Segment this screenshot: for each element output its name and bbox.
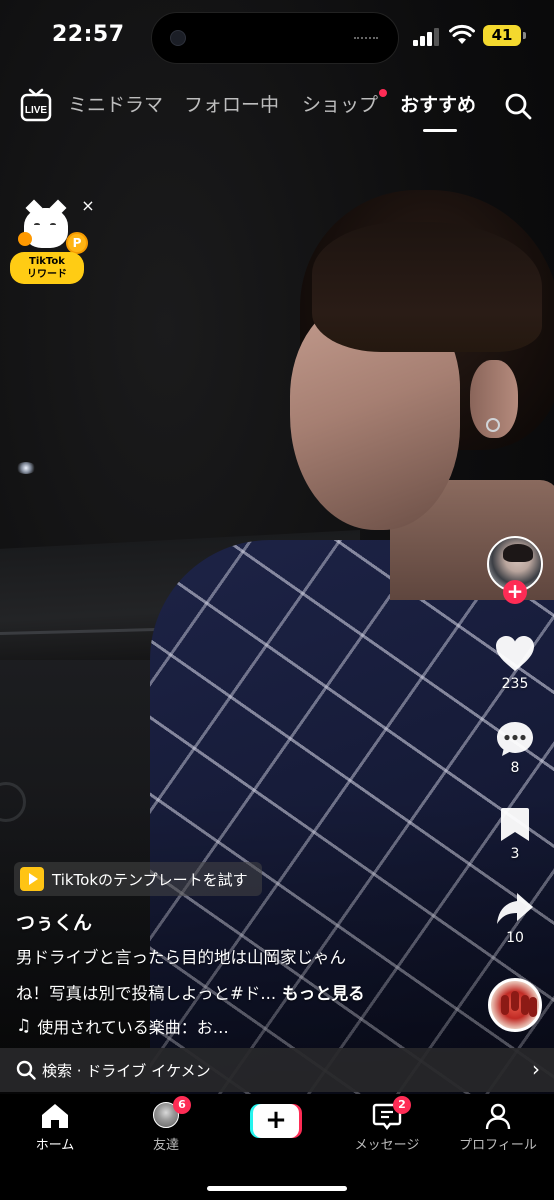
tab-for-you[interactable]: おすすめ xyxy=(400,90,476,117)
share-icon xyxy=(497,893,533,924)
tab-home-label: ホーム xyxy=(35,1138,75,1153)
messages-badge: 2 xyxy=(393,1096,411,1114)
share-count: 10 xyxy=(506,930,524,946)
cellular-signal-icon xyxy=(413,28,439,46)
close-icon[interactable]: × xyxy=(80,198,96,214)
top-nav: LIVE ミニドラマ フォロー中 ショップ おすすめ xyxy=(0,80,554,136)
tab-following[interactable]: フォロー中 xyxy=(184,90,279,117)
music-title: 使用されている楽曲：お… xyxy=(37,1018,229,1037)
see-more-link[interactable]: もっと見る xyxy=(282,984,365,1003)
music-info[interactable]: ♫ 使用されている楽曲：お… xyxy=(16,1014,229,1038)
tab-profile[interactable]: プロフィール xyxy=(448,1094,548,1164)
comment-icon xyxy=(497,722,533,756)
camera-icon xyxy=(170,30,186,46)
creator-username[interactable]: つぅくん xyxy=(16,908,92,935)
plus-icon: + xyxy=(253,1104,299,1138)
tiktok-rewards-widget[interactable]: P TikTok リワード xyxy=(8,199,88,288)
dynamic-island xyxy=(151,12,399,64)
search-icon xyxy=(16,1060,36,1080)
comment-button[interactable]: 8 xyxy=(484,720,546,776)
status-time: 22:57 xyxy=(52,22,125,47)
caption-line-1: 男ドライブと言ったら目的地は山岡家じゃん xyxy=(16,948,346,967)
cat-paw xyxy=(18,232,32,246)
share-button[interactable]: 10 xyxy=(484,890,546,946)
related-search-bar[interactable]: 検索 · ドライブ イケメン › xyxy=(0,1048,554,1092)
follow-button[interactable]: + xyxy=(503,580,527,604)
template-chip[interactable]: TikTokのテンプレートを試す xyxy=(14,862,262,896)
shop-notification-dot xyxy=(379,89,387,97)
like-button[interactable]: 235 xyxy=(484,634,546,692)
music-disc[interactable] xyxy=(488,978,542,1032)
bookmark-button[interactable]: 3 xyxy=(484,806,546,862)
tab-friends[interactable]: 6 友達 xyxy=(116,1094,216,1164)
template-chip-label: TikTokのテンプレートを試す xyxy=(52,870,248,889)
like-count: 235 xyxy=(501,676,529,692)
tab-friends-label: 友達 xyxy=(152,1138,179,1153)
create-button[interactable]: + xyxy=(250,1104,302,1138)
home-icon xyxy=(42,1104,68,1128)
sensor-dots xyxy=(354,37,378,40)
creator-avatar[interactable]: + xyxy=(487,536,543,604)
live-icon[interactable]: LIVE xyxy=(20,86,52,122)
svg-text:LIVE: LIVE xyxy=(25,105,48,116)
hair-fringe xyxy=(312,222,542,352)
friends-badge: 6 xyxy=(173,1096,191,1114)
home-indicator xyxy=(207,1186,347,1191)
comment-count: 8 xyxy=(510,760,520,776)
bookmark-icon xyxy=(501,808,529,841)
chevron-right-icon: › xyxy=(532,1057,540,1081)
caption-line-2-text: ね！写真は別で投稿しよっと#ド... xyxy=(16,984,277,1003)
search-icon[interactable] xyxy=(504,92,532,120)
rewards-badge-line1: TikTok xyxy=(29,256,65,267)
rewards-badge-line2: リワード xyxy=(27,269,67,280)
template-icon xyxy=(20,867,44,891)
earring xyxy=(486,418,500,432)
bookmark-count: 3 xyxy=(510,846,520,862)
wifi-icon xyxy=(449,24,475,44)
status-bar: 22:57 41 xyxy=(0,0,554,74)
heart-icon xyxy=(496,636,534,671)
related-search-text: 検索 · ドライブ イケメン xyxy=(42,1062,211,1080)
battery-indicator: 41 xyxy=(483,25,526,46)
tab-mini-drama[interactable]: ミニドラマ xyxy=(68,90,163,117)
rewards-badge: TikTok リワード xyxy=(10,252,84,284)
tab-inbox[interactable]: 2 メッセージ xyxy=(337,1094,437,1164)
music-note-icon: ♫ xyxy=(16,1016,32,1036)
active-tab-indicator xyxy=(423,129,457,132)
profile-icon xyxy=(485,1103,511,1130)
bottom-tab-bar: ホーム 6 友達 + 2 メッセージ プロフィール xyxy=(0,1094,554,1200)
tab-shop[interactable]: ショップ xyxy=(302,90,378,117)
tab-inbox-label: メッセージ xyxy=(354,1138,420,1153)
coin-icon: P xyxy=(66,232,88,254)
tab-home[interactable]: ホーム xyxy=(5,1094,105,1164)
street-light xyxy=(16,462,36,474)
caption-line-2: ね！写真は別で投稿しよっと#ド... もっと見る xyxy=(16,980,365,1004)
tab-profile-label: プロフィール xyxy=(459,1138,537,1153)
